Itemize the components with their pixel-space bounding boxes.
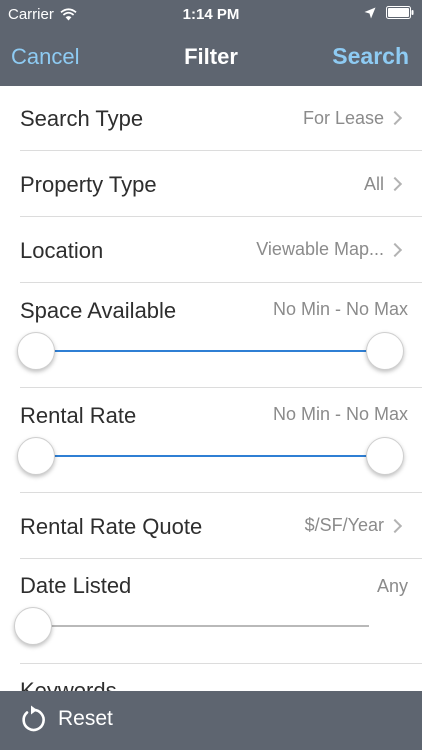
date-listed-slider[interactable] bbox=[14, 606, 389, 646]
status-bar: Carrier 1:14 PM bbox=[0, 0, 422, 30]
reset-label: Reset bbox=[58, 707, 113, 730]
chevron-right-icon bbox=[387, 110, 403, 126]
battery-icon bbox=[386, 6, 414, 19]
status-time: 1:14 PM bbox=[182, 6, 240, 23]
chevron-right-icon bbox=[387, 176, 403, 192]
rental-rate-quote-label: Rental Rate Quote bbox=[20, 514, 203, 539]
slider-min-thumb[interactable] bbox=[17, 437, 55, 475]
search-button[interactable]: Search bbox=[332, 43, 409, 70]
chevron-right-icon bbox=[387, 518, 403, 534]
property-type-row[interactable]: Property Type All bbox=[20, 151, 422, 217]
cancel-button[interactable]: Cancel bbox=[11, 44, 79, 70]
date-listed-label: Date Listed bbox=[20, 573, 132, 598]
location-arrow-icon bbox=[364, 7, 376, 18]
bottom-toolbar: Reset bbox=[0, 691, 422, 750]
chevron-right-icon bbox=[387, 242, 403, 258]
keywords-label: Keywords bbox=[20, 678, 117, 691]
keywords-row[interactable]: Keywords bbox=[20, 664, 422, 691]
slider-min-thumb[interactable] bbox=[17, 332, 55, 370]
rental-rate-quote-row[interactable]: Rental Rate Quote $/SF/Year bbox=[20, 493, 422, 559]
slider-track bbox=[37, 455, 384, 457]
reset-button[interactable]: Reset bbox=[20, 705, 113, 733]
location-row[interactable]: Location Viewable Map... bbox=[20, 217, 422, 283]
reset-icon bbox=[22, 705, 45, 732]
slider-max-thumb[interactable] bbox=[366, 437, 404, 475]
space-available-slider[interactable] bbox=[17, 331, 404, 371]
slider-max-thumb[interactable] bbox=[366, 332, 404, 370]
rental-rate-label: Rental Rate bbox=[20, 403, 137, 428]
search-type-label: Search Type bbox=[20, 106, 144, 131]
filter-list[interactable]: Search Type For Lease Property Type All … bbox=[0, 86, 422, 691]
slider-thumb[interactable] bbox=[14, 607, 52, 645]
space-available-value: No Min - No Max bbox=[272, 299, 408, 319]
rental-rate-slider[interactable] bbox=[17, 436, 404, 476]
space-available-label: Space Available bbox=[20, 298, 177, 323]
slider-track bbox=[34, 625, 369, 627]
location-value: Viewable Map... bbox=[256, 239, 384, 259]
navigation-bar: Cancel Filter Search bbox=[0, 30, 422, 86]
property-type-value: All bbox=[363, 174, 384, 194]
slider-track bbox=[37, 350, 384, 352]
search-type-value: For Lease bbox=[302, 108, 384, 128]
location-label: Location bbox=[20, 238, 104, 263]
date-listed-value: Any bbox=[376, 576, 408, 596]
rental-rate-value: No Min - No Max bbox=[272, 404, 408, 424]
search-type-row[interactable]: Search Type For Lease bbox=[20, 86, 422, 151]
status-indicators bbox=[364, 6, 414, 19]
property-type-label: Property Type bbox=[20, 172, 157, 197]
rental-rate-quote-value: $/SF/Year bbox=[304, 515, 384, 535]
